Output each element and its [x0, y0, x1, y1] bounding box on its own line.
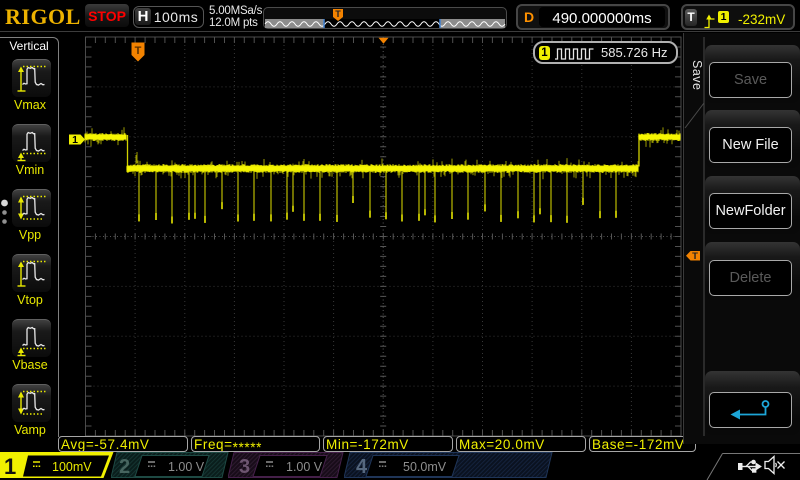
svg-text:1.00 V: 1.00 V	[286, 460, 323, 474]
svg-text:3: 3	[239, 456, 250, 478]
svg-text:4: 4	[356, 456, 368, 478]
svg-text:1.00 V: 1.00 V	[168, 460, 205, 474]
svg-text:1: 1	[4, 454, 16, 478]
svg-text:50.0mV: 50.0mV	[403, 460, 447, 474]
svg-text:1: 1	[72, 134, 78, 146]
svg-text:T: T	[692, 251, 698, 262]
svg-text:2: 2	[119, 456, 130, 478]
svg-text:T: T	[135, 45, 142, 57]
svg-text:100mV: 100mV	[52, 460, 92, 474]
